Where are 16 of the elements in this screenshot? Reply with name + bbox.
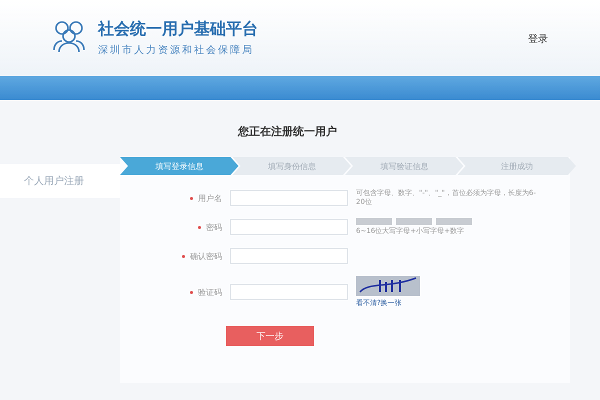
- login-link[interactable]: 登录: [528, 32, 548, 46]
- input-field[interactable]: [230, 219, 348, 236]
- strength-bar: [356, 218, 392, 226]
- page-heading: 您正在注册统一用户: [236, 124, 338, 140]
- field-label: 密码: [206, 222, 222, 233]
- input-field[interactable]: [230, 284, 348, 300]
- captcha-image: [356, 276, 420, 296]
- input-field[interactable]: [230, 190, 348, 206]
- site-subtitle: 深圳市人力资源和社会保障局: [98, 44, 255, 57]
- field-label: 用户名: [198, 192, 222, 204]
- strength-bar: [396, 218, 432, 226]
- field-label: 确认密码: [190, 250, 222, 262]
- input-field[interactable]: [230, 248, 348, 264]
- site-title: 社会统一用户基础平台: [98, 19, 258, 40]
- strength-bar: [436, 218, 472, 226]
- field-label: 验证码: [198, 286, 222, 298]
